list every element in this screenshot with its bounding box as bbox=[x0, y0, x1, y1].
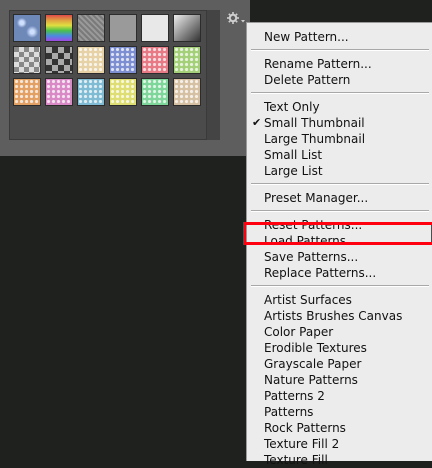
pattern-swatch[interactable] bbox=[109, 14, 137, 42]
menu-item-grayscale-paper[interactable]: Grayscale Paper bbox=[264, 356, 361, 372]
menu-item-erodible-textures[interactable]: Erodible Textures bbox=[264, 340, 367, 356]
pattern-swatch[interactable] bbox=[109, 78, 137, 106]
pattern-thumbnail-grid bbox=[9, 10, 220, 140]
menu-item-large-list[interactable]: Large List bbox=[264, 163, 323, 179]
menu-item-rename-pattern[interactable]: Rename Pattern... bbox=[264, 56, 372, 72]
pattern-swatch[interactable] bbox=[45, 46, 73, 74]
pattern-swatch[interactable] bbox=[13, 14, 41, 42]
pattern-swatch[interactable] bbox=[141, 14, 169, 42]
pattern-swatch[interactable] bbox=[77, 14, 105, 42]
menu-item-texture-fill-2[interactable]: Texture Fill 2 bbox=[264, 436, 339, 452]
menu-item-color-paper[interactable]: Color Paper bbox=[264, 324, 333, 340]
menu-item-delete-pattern[interactable]: Delete Pattern bbox=[264, 72, 350, 88]
menu-separator bbox=[251, 183, 429, 185]
menu-item-preset-manager[interactable]: Preset Manager... bbox=[264, 190, 368, 206]
menu-separator bbox=[251, 49, 429, 51]
pattern-swatch[interactable] bbox=[109, 46, 137, 74]
pattern-swatch[interactable] bbox=[45, 78, 73, 106]
pattern-swatch[interactable] bbox=[173, 14, 201, 42]
menu-item-artist-surfaces[interactable]: Artist Surfaces bbox=[264, 292, 352, 308]
menu-item-small-thumbnail[interactable]: Small Thumbnail bbox=[264, 115, 365, 131]
menu-item-replace-patterns[interactable]: Replace Patterns... bbox=[264, 265, 376, 281]
menu-item-rock-patterns[interactable]: Rock Patterns bbox=[264, 420, 346, 436]
pattern-swatch[interactable] bbox=[13, 78, 41, 106]
menu-separator bbox=[251, 285, 429, 287]
grid-scrollbar[interactable] bbox=[206, 10, 220, 140]
pattern-swatch[interactable] bbox=[77, 46, 105, 74]
menu-separator bbox=[251, 92, 429, 94]
menu-item-reset-patterns[interactable]: Reset Patterns... bbox=[264, 217, 362, 233]
menu-item-small-list[interactable]: Small List bbox=[264, 147, 322, 163]
menu-item-save-patterns[interactable]: Save Patterns... bbox=[264, 249, 358, 265]
pattern-picker-panel bbox=[0, 0, 250, 156]
pattern-swatch[interactable] bbox=[141, 46, 169, 74]
pattern-swatch[interactable] bbox=[45, 14, 73, 42]
pattern-swatch[interactable] bbox=[173, 78, 201, 106]
menu-item-nature-patterns[interactable]: Nature Patterns bbox=[264, 372, 358, 388]
menu-item-patterns-2[interactable]: Patterns 2 bbox=[264, 388, 325, 404]
menu-item-load-patterns[interactable]: Load Patterns... bbox=[264, 233, 357, 249]
pattern-swatch[interactable] bbox=[141, 78, 169, 106]
pattern-swatch[interactable] bbox=[13, 46, 41, 74]
menu-separator bbox=[251, 210, 429, 212]
menu-item-text-only[interactable]: Text Only bbox=[264, 99, 320, 115]
menu-item-artists-brushes-canvas[interactable]: Artists Brushes Canvas bbox=[264, 308, 402, 324]
checkmark-icon: ✔ bbox=[252, 116, 262, 129]
gear-icon[interactable] bbox=[226, 11, 246, 25]
menu-item-texture-fill[interactable]: Texture Fill bbox=[264, 452, 328, 468]
menu-item-large-thumbnail[interactable]: Large Thumbnail bbox=[264, 131, 365, 147]
pattern-swatch[interactable] bbox=[77, 78, 105, 106]
pattern-options-menu: New Pattern... Rename Pattern... Delete Pa… bbox=[246, 22, 432, 467]
pattern-swatch[interactable] bbox=[173, 46, 201, 74]
menu-item-patterns[interactable]: Patterns bbox=[264, 404, 313, 420]
menu-item-new-pattern[interactable]: New Pattern... bbox=[264, 29, 349, 45]
